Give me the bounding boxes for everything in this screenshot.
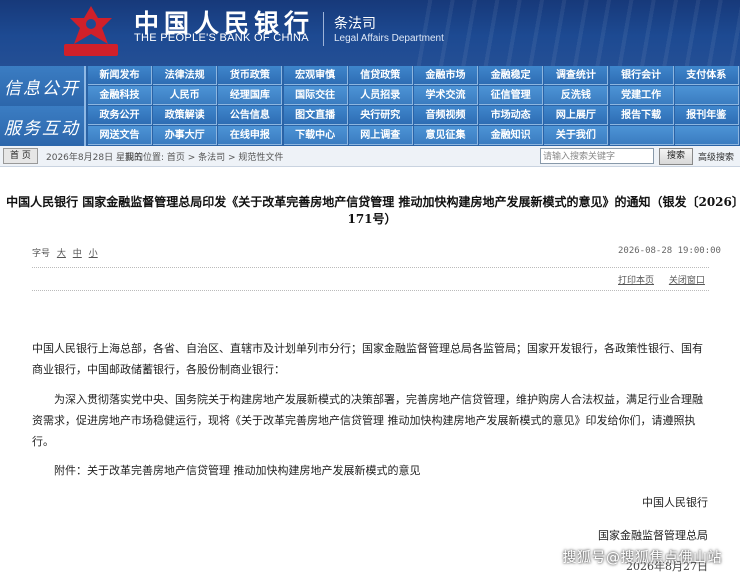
nav-item[interactable]: 党建工作 <box>609 86 674 105</box>
nav-item[interactable]: 征信管理 <box>479 86 544 105</box>
nav-item[interactable]: 关于我们 <box>544 126 609 145</box>
article-tools: 打印本页 关闭窗口 <box>618 273 717 286</box>
nav-item[interactable]: 政务公开 <box>88 106 152 125</box>
nav-item[interactable]: 国际交往 <box>283 86 348 105</box>
nav-section-info[interactable]: 信息公开 <box>0 66 86 106</box>
nav-item[interactable]: 反洗钱 <box>544 86 609 105</box>
font-size-label: 字号 <box>32 249 51 259</box>
article-title: 中国人民银行 国家金融监督管理总局印发《关于改革完善房地产信贷管理 推动加快构建… <box>6 195 738 226</box>
nav-item[interactable]: 金融知识 <box>479 126 544 145</box>
header-decoration <box>410 0 740 66</box>
divider <box>32 290 709 291</box>
dept-name-en: Legal Affairs Department <box>334 33 444 44</box>
search-button[interactable]: 搜索 <box>659 148 693 165</box>
nav-item[interactable]: 央行研究 <box>348 106 413 125</box>
close-window-link[interactable]: 关闭窗口 <box>669 276 705 286</box>
font-medium-link[interactable]: 中 <box>73 249 82 259</box>
nav-item[interactable]: 政策解读 <box>153 106 218 125</box>
nav-item[interactable]: 银行会计 <box>609 66 674 85</box>
nav-item[interactable]: 学术交流 <box>414 86 478 105</box>
signature-pboc: 中国人民银行 <box>642 496 708 509</box>
font-small-link[interactable]: 小 <box>89 249 98 259</box>
nav-item[interactable]: 人员招录 <box>348 86 413 105</box>
nav-item[interactable]: 报刊年鉴 <box>674 106 739 125</box>
nav-item[interactable]: 在线申报 <box>218 126 283 145</box>
nav-item[interactable]: 信贷政策 <box>348 66 413 85</box>
nav-item <box>674 86 739 105</box>
nav-item[interactable]: 办事大厅 <box>153 126 218 145</box>
nav-section-service[interactable]: 服务互动 <box>0 106 86 146</box>
search-input[interactable]: 请输入搜索关键字 <box>540 148 654 164</box>
print-link[interactable]: 打印本页 <box>618 276 654 286</box>
nav-item[interactable]: 金融稳定 <box>479 66 544 85</box>
advanced-search-link[interactable]: 高级搜索 <box>698 150 734 163</box>
nav-item[interactable]: 意见征集 <box>414 126 478 145</box>
site-header: 中国人民银行 THE PEOPLE'S BANK OF CHINA 条法司 Le… <box>0 0 740 66</box>
watermark: 搜狐号@搜狐焦点佛山站 <box>562 550 722 566</box>
nav-item[interactable]: 法律法规 <box>153 66 218 85</box>
nav-item[interactable]: 经理国库 <box>218 86 283 105</box>
dept-name-cn: 条法司 <box>334 16 376 32</box>
nav-item[interactable]: 市场动态 <box>479 106 544 125</box>
bank-name-en: THE PEOPLE'S BANK OF CHINA <box>134 32 309 44</box>
nav-grid-service: 政务公开 政策解读 公告信息 图文直播 央行研究 音频视频 市场动态 网上展厅 报告下载 报刊年鉴… <box>88 106 740 146</box>
nav-item[interactable]: 网送文告 <box>88 126 152 145</box>
nav-item[interactable]: 图文直播 <box>283 106 348 125</box>
nav-item[interactable]: 金融市场 <box>414 66 478 85</box>
nav-item[interactable]: 人民币 <box>153 86 218 105</box>
nav-item[interactable]: 货币政策 <box>218 66 283 85</box>
nav-item[interactable]: 金融科技 <box>88 86 152 105</box>
nav-item[interactable]: 调查统计 <box>544 66 609 85</box>
nav-item[interactable]: 公告信息 <box>218 106 283 125</box>
attachment-link[interactable]: 附件：关于改革完善房地产信贷管理 推动加快构建房地产发展新模式的意见 <box>54 460 654 481</box>
nav-item[interactable]: 网上调查 <box>348 126 413 145</box>
font-large-link[interactable]: 大 <box>57 249 66 259</box>
nav-item[interactable]: 支付体系 <box>674 66 739 85</box>
signature-nfra: 国家金融监督管理总局 <box>598 529 708 542</box>
nav-item[interactable]: 音频视频 <box>414 106 478 125</box>
divider <box>32 267 709 268</box>
addressee-paragraph: 中国人民银行上海总部，各省、自治区、直辖市及计划单列市分行；国家金融监督管理总局… <box>32 342 703 376</box>
header-divider <box>323 12 324 46</box>
nav-item[interactable]: 网上展厅 <box>544 106 609 125</box>
main-nav: 信息公开 服务互动 新闻发布 法律法规 货币政策 宏观审慎 信贷政策 金融市场 金融稳定 调查… <box>0 66 740 146</box>
nav-item[interactable]: 下载中心 <box>283 126 348 145</box>
nav-item <box>609 126 674 145</box>
nav-item[interactable]: 宏观审慎 <box>283 66 348 85</box>
nav-grid-info: 新闻发布 法律法规 货币政策 宏观审慎 信贷政策 金融市场 金融稳定 调查统计 银行会计 支付体系… <box>88 66 740 106</box>
nav-item[interactable]: 报告下载 <box>609 106 674 125</box>
breadcrumb[interactable]: 我的位置: 首页 > 条法司 > 规范性文件 <box>125 150 283 163</box>
breadcrumb-bar: 首 页 2026年8月28日 星期五 我的位置: 首页 > 条法司 > 规范性文… <box>0 146 740 167</box>
pboc-emblem-icon <box>64 6 118 56</box>
main-paragraph: 为深入贯彻落实党中央、国务院关于构建房地产发展新模式的决策部署，完善房地产信贷管… <box>32 393 703 448</box>
font-size-controls: 字号 大 中 小 <box>32 246 98 259</box>
nav-item[interactable]: 新闻发布 <box>88 66 152 85</box>
publish-timestamp: 2026-08-28 19:00:00 <box>618 246 721 256</box>
home-button[interactable]: 首 页 <box>3 148 38 164</box>
nav-item <box>674 126 739 145</box>
